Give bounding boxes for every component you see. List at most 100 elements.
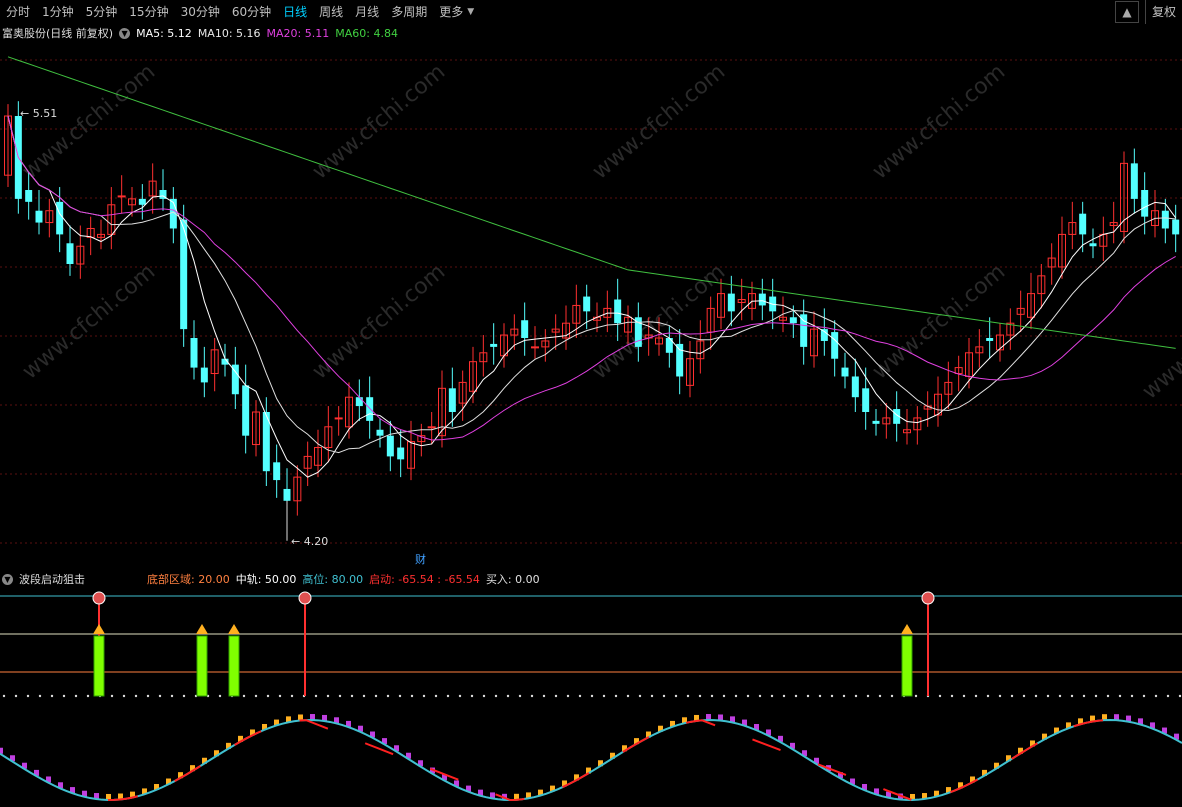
oscillator-bar <box>1150 722 1155 729</box>
zero-dot <box>878 694 882 698</box>
zero-dot <box>86 694 90 698</box>
buy-signal-arrow <box>196 624 208 634</box>
zero-dot <box>134 694 138 698</box>
oscillator-bar <box>346 720 351 727</box>
oscillator-bar <box>0 747 3 754</box>
zero-dot <box>242 694 246 698</box>
oscillator-bar <box>310 714 315 721</box>
zero-dot <box>2 694 6 698</box>
oscillator-bar <box>706 714 711 721</box>
zero-dot <box>446 694 450 698</box>
oscillator-bar <box>598 760 603 767</box>
zero-dot <box>854 694 858 698</box>
oscillator-bar <box>178 772 183 779</box>
oscillator-bar <box>22 762 27 769</box>
watermark: www.cfchi.com <box>308 59 450 184</box>
oscillator-bar <box>322 714 327 721</box>
zero-dot <box>62 694 66 698</box>
oscillator-bar <box>1162 727 1167 734</box>
bottom-zone-label: 底部区域: 20.00 <box>147 573 230 586</box>
oscillator-bar <box>826 765 831 772</box>
zero-dot <box>146 694 150 698</box>
zero-dot <box>398 694 402 698</box>
candle-body <box>190 338 198 368</box>
oscillator-bar <box>790 742 795 749</box>
oscillator-bar <box>1174 733 1179 740</box>
candle-body <box>1161 210 1169 229</box>
oscillator-bar <box>286 716 291 723</box>
buy-signal-bar <box>196 635 208 697</box>
oscillator-bar <box>466 785 471 792</box>
oscillator-bar <box>670 720 675 727</box>
buy-signal-bar <box>93 635 105 697</box>
zero-dot <box>638 694 642 698</box>
candle-body <box>831 332 839 359</box>
sell-signal-ball <box>298 591 312 605</box>
oscillator-bar <box>766 729 771 736</box>
oscillator-bar <box>946 787 951 794</box>
zero-dot <box>542 694 546 698</box>
zero-dot <box>746 694 750 698</box>
candle-body <box>1172 219 1180 235</box>
oscillator-bar <box>10 755 15 762</box>
candle-body <box>521 320 529 338</box>
zero-dot <box>1010 694 1014 698</box>
oscillator-bar <box>538 789 543 796</box>
zero-dot <box>362 694 366 698</box>
candle-body <box>1079 213 1087 235</box>
sell-signal-ball <box>921 591 935 605</box>
oscillator-bar <box>1102 714 1107 721</box>
candle-body <box>800 314 808 347</box>
zero-dot <box>986 694 990 698</box>
zero-dot <box>1106 694 1110 698</box>
oscillator-bar <box>574 774 579 781</box>
zero-dot <box>218 694 222 698</box>
zero-dot <box>494 694 498 698</box>
zero-dot <box>170 694 174 698</box>
oscillator-bar <box>730 716 735 723</box>
zero-dot <box>278 694 282 698</box>
candle-body <box>727 293 735 312</box>
oscillator-bar <box>118 793 123 800</box>
oscillator-bar <box>358 725 363 732</box>
buy-label: 买入: 0.00 <box>485 573 540 586</box>
watermark: www.cfchi.com <box>868 59 1010 184</box>
oscillator-bar <box>262 723 267 730</box>
zero-dot <box>74 694 78 698</box>
candle-body <box>676 343 684 377</box>
zero-dot <box>506 694 510 698</box>
zero-dot <box>770 694 774 698</box>
candle-body <box>273 462 281 481</box>
candle-body <box>841 367 849 377</box>
zero-dot <box>1178 694 1182 698</box>
candle-body <box>366 397 374 421</box>
zero-dot <box>1094 694 1098 698</box>
oscillator-bar <box>82 790 87 797</box>
candle-body <box>386 435 394 457</box>
zero-dot <box>290 694 294 698</box>
oscillator-bar <box>106 793 111 800</box>
oscillator-bar <box>814 757 819 764</box>
oscillator-bar <box>154 784 159 791</box>
zero-dot <box>50 694 54 698</box>
oscillator-bar <box>430 767 435 774</box>
oscillator-bar <box>718 714 723 721</box>
oscillator-bar <box>190 765 195 772</box>
zero-dot <box>266 694 270 698</box>
zero-dot <box>686 694 690 698</box>
zero-dot <box>530 694 534 698</box>
oscillator-bar <box>1138 718 1143 725</box>
zero-dot <box>434 694 438 698</box>
candle-body <box>427 426 436 429</box>
buy-signal-arrow <box>228 624 240 634</box>
candle-body <box>200 367 208 383</box>
sell-signal-ball <box>92 591 106 605</box>
candle-body <box>56 201 64 235</box>
oscillator-bar <box>994 762 999 769</box>
oscillator-bar <box>958 782 963 789</box>
zero-dot <box>1082 694 1086 698</box>
chevron-down-icon[interactable]: ▼ <box>2 573 13 585</box>
oscillator-bar <box>418 760 423 767</box>
zero-dot <box>734 694 738 698</box>
zero-dot <box>38 694 42 698</box>
